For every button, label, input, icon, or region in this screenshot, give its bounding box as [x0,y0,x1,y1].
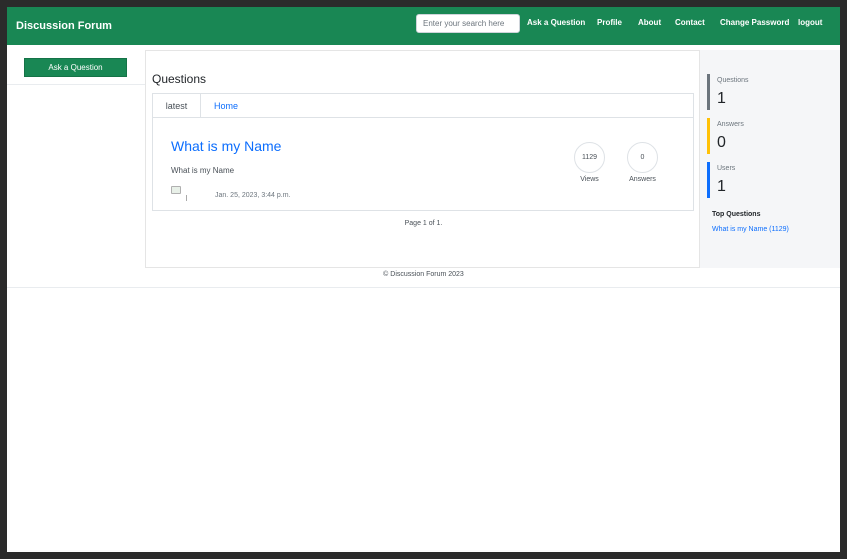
stat-answers-value: 0 [717,134,726,151]
tab-home[interactable]: Home [214,94,238,118]
answers-label: Answers [629,176,656,183]
nav-link-contact[interactable]: Contact [675,18,705,27]
pagination-text: Page 1 of 1. [404,220,443,227]
stat-questions: Questions 1 [707,74,837,110]
questions-card: Questions latest Home What is my Name Wh… [145,50,700,268]
search-input[interactable] [416,14,520,33]
top-questions-heading: Top Questions [712,211,761,218]
views-label: Views [580,176,599,183]
stats-sidebar: Questions 1 Answers 0 Users 1 Top Questi… [700,50,840,268]
stat-users-value: 1 [717,178,726,195]
nav-link-profile[interactable]: Profile [597,18,622,27]
brand-logo-text[interactable]: Discussion Forum [16,20,112,32]
ask-question-button[interactable]: Ask a Question [24,58,127,77]
question-date: Jan. 25, 2023, 3:44 p.m. [215,192,291,199]
stat-questions-label: Questions [717,77,749,84]
stat-questions-value: 1 [717,90,726,107]
answers-count: 0 [627,142,658,173]
questions-heading: Questions [152,72,207,86]
left-column: Ask a Question [7,45,145,85]
tab-latest[interactable]: latest [153,94,201,118]
footer: © Discussion Forum 2023 [7,268,840,288]
top-question-link[interactable]: What is my Name (1129) [712,226,789,233]
navbar: Discussion Forum Ask a Question Profile … [7,7,840,45]
nav-link-change-password[interactable]: Change Password [720,18,789,27]
stat-users-label: Users [717,165,736,172]
nav-link-logout[interactable]: logout [798,18,822,27]
broken-image-icon [171,186,187,202]
question-body: What is my Name [171,166,235,175]
stat-users: Users 1 [707,162,837,198]
stat-answers: Answers 0 [707,118,837,154]
nav-link-ask-question[interactable]: Ask a Question [527,18,585,27]
stat-answers-label: Answers [717,121,744,128]
nav-link-about[interactable]: About [638,18,661,27]
question-item: What is my Name What is my Name Jan. 25,… [152,117,694,211]
views-count: 1129 [574,142,605,173]
question-tabs: latest Home [152,93,694,118]
question-title-link[interactable]: What is my Name [171,138,281,154]
browser-viewport: Discussion Forum Ask a Question Profile … [7,7,840,552]
